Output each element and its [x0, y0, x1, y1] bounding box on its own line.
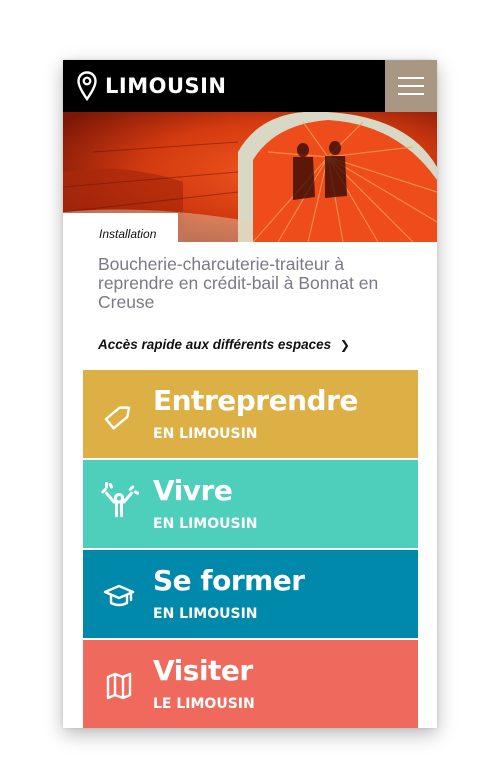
tile-vivre[interactable]: Vivre EN LIMOUSIN	[83, 460, 418, 548]
tile-subtitle: EN LIMOUSIN	[153, 516, 258, 532]
tile-title: Se former	[153, 564, 305, 597]
folded-map-icon	[106, 672, 132, 700]
quick-access-tiles: Entreprendre EN LIMOUSIN Vivre EN LIMOUS…	[83, 370, 418, 728]
tile-subtitle: EN LIMOUSIN	[153, 606, 258, 622]
hamburger-menu-icon-line	[398, 93, 424, 95]
tile-visiter[interactable]: Visiter LE LIMOUSIN	[83, 640, 418, 728]
location-pin-icon	[77, 71, 97, 101]
graduation-cap-icon	[103, 584, 135, 607]
hamburger-menu-button[interactable]	[385, 60, 437, 112]
brand-name: LIMOUSIN	[105, 74, 227, 98]
tile-title: Visiter	[153, 654, 253, 687]
category-tag[interactable]: Installation	[63, 213, 178, 243]
tile-entreprendre[interactable]: Entreprendre EN LIMOUSIN	[83, 370, 418, 458]
tile-title: Vivre	[153, 474, 233, 507]
tag-label-icon	[104, 406, 131, 430]
brand-logo[interactable]: LIMOUSIN	[77, 70, 227, 102]
category-label: Installation	[99, 227, 157, 241]
mobile-page: LIMOUSIN Installation Boucherie-charcute…	[63, 60, 437, 728]
celebrating-person-icon	[101, 482, 139, 518]
top-bar: LIMOUSIN	[63, 60, 437, 112]
chevron-right-icon: ❯	[339, 338, 350, 352]
article-title[interactable]: Boucherie-charcuterie-traiteur à reprend…	[98, 255, 398, 312]
hamburger-menu-icon-line	[398, 85, 424, 87]
tile-subtitle: EN LIMOUSIN	[153, 426, 258, 442]
tile-subtitle: LE LIMOUSIN	[153, 696, 255, 712]
quick-access-link[interactable]: Accès rapide aux différents espaces ❯	[98, 337, 350, 352]
hamburger-menu-icon	[398, 77, 424, 79]
tile-se-former[interactable]: Se former EN LIMOUSIN	[83, 550, 418, 638]
quick-access-label: Accès rapide aux différents espaces	[98, 337, 332, 352]
tile-title: Entreprendre	[153, 384, 358, 417]
